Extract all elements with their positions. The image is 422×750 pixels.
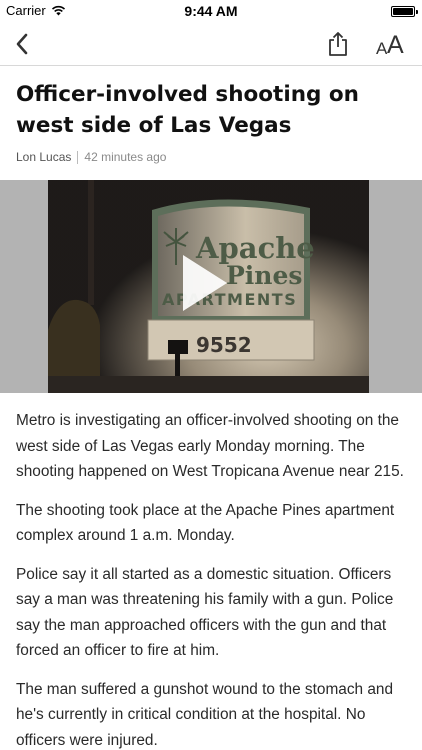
- font-size-large-label: A: [387, 31, 404, 59]
- nav-bar: A A: [0, 22, 422, 66]
- paragraph: The shooting took place at the Apache Pi…: [16, 501, 395, 545]
- article-body: Metro is investigating an officer-involv…: [16, 408, 408, 750]
- font-size-button[interactable]: A A: [372, 28, 412, 60]
- video-container: Apache Pines APARTMENTS 9552: [0, 180, 422, 393]
- battery-icon: [391, 6, 418, 17]
- video-player[interactable]: Apache Pines APARTMENTS 9552: [48, 180, 369, 393]
- sign-line-2: Pines: [226, 261, 302, 290]
- share-icon: [329, 32, 347, 56]
- paragraph: The man suffered a gunshot wound to the …: [16, 680, 394, 749]
- chevron-left-icon: [16, 33, 28, 55]
- back-button[interactable]: [8, 30, 36, 58]
- article-headline: Officer-involved shooting on west side o…: [16, 82, 359, 138]
- byline: Lon Lucas 42 minutes ago: [16, 150, 166, 164]
- author-name: Lon Lucas: [16, 150, 72, 164]
- share-button[interactable]: [322, 28, 354, 60]
- address-number: 9552: [196, 333, 252, 357]
- paragraph: Police say it all started as a domestic …: [16, 565, 394, 660]
- status-time: 9:44 AM: [184, 3, 238, 19]
- paragraph: Metro is investigating an officer-involv…: [16, 412, 404, 480]
- publish-time: 42 minutes ago: [84, 150, 167, 164]
- byline-divider: [77, 150, 79, 164]
- font-size-small-label: A: [376, 39, 388, 58]
- play-icon[interactable]: [183, 255, 227, 311]
- status-bar: Carrier 9:44 AM: [0, 0, 422, 22]
